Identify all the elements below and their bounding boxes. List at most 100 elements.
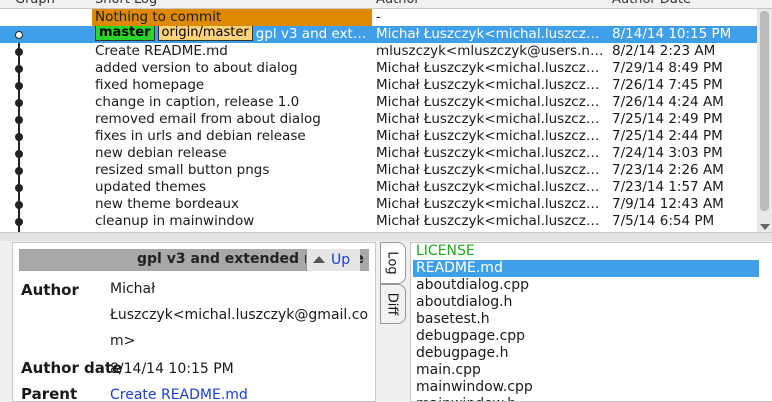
commit-author: Michał Łuszczyk<michal.luszczyk@gmail.co… xyxy=(376,111,604,127)
commit-short-log: resized small button pngs xyxy=(95,162,370,179)
view-tabs: Log Diff xyxy=(378,242,406,400)
commit-row[interactable]: cleanup in mainwindow Michał Łuszczyk<mic… xyxy=(0,213,757,230)
commit-short-log: removed email from about dialog xyxy=(95,111,370,128)
commit-message: resized small button pngs xyxy=(95,162,270,178)
commit-date: 7/9/14 12:43 AM xyxy=(612,196,724,212)
changed-files-list: LICENSE README.md aboutdialog.cpp aboutdial… xyxy=(410,242,772,402)
commit-log-panel: Graph Short Log Author Author Date Nothi… xyxy=(0,0,772,232)
commit-node-icon xyxy=(15,167,23,175)
branch-tag: master xyxy=(95,26,155,41)
column-author-date[interactable]: Author Date xyxy=(612,0,691,8)
file-list-item[interactable]: debugpage.cpp xyxy=(413,328,759,345)
commit-date: 7/25/14 2:44 PM xyxy=(612,128,723,144)
commit-node-icon xyxy=(15,31,23,39)
scrollbar-thumb[interactable] xyxy=(760,11,769,211)
scroll-down-arrow[interactable] xyxy=(760,224,770,230)
commit-date: 7/25/14 2:49 PM xyxy=(612,111,723,127)
file-list-item[interactable]: aboutdialog.h xyxy=(413,294,759,311)
commit-message: new theme bordeaux xyxy=(95,196,239,212)
commit-author: Michał Łuszczyk<michal.luszczyk@gmail.co… xyxy=(376,162,604,178)
up-arrow-icon xyxy=(313,256,325,263)
commit-author: Michał Łuszczyk<michal.luszczyk@gmail.co… xyxy=(376,60,604,76)
column-graph[interactable]: Graph xyxy=(15,0,55,8)
commit-message: added version to about dialog xyxy=(95,60,298,76)
commit-node-icon xyxy=(15,218,23,226)
author-label: Author xyxy=(21,281,79,299)
commit-node-icon xyxy=(15,48,23,56)
commit-node-icon xyxy=(15,99,23,107)
commit-row[interactable]: new theme bordeaux Michał Łuszczyk<michal… xyxy=(0,196,757,213)
commit-date: 7/24/14 3:03 PM xyxy=(612,145,723,161)
commit-date: 8/14/14 10:15 PM xyxy=(612,26,732,42)
commit-message: fixes in urls and debian release xyxy=(95,128,306,144)
commit-author: Michał Łuszczyk<michal.luszczyk@gmail.co… xyxy=(376,196,604,212)
log-scrollbar[interactable] xyxy=(757,9,772,232)
commit-row[interactable]: change in caption, release 1.0 Michał Łus… xyxy=(0,94,757,111)
tab-diff-label: Diff xyxy=(384,292,400,316)
commit-message: gpl v3 and extended readme xyxy=(255,26,370,42)
tab-diff[interactable]: Diff xyxy=(380,284,406,324)
parent-label: Parent xyxy=(21,385,78,402)
commit-author: Michał Łuszczyk<michal.luszczyk@gmail.co… xyxy=(376,179,604,195)
commit-date: 7/26/14 4:24 AM xyxy=(612,94,724,110)
commit-row[interactable]: resized small button pngs Michał Łuszczyk… xyxy=(0,162,757,179)
commit-short-log: Create README.md xyxy=(95,43,370,60)
commit-short-log: updated themes xyxy=(95,179,370,196)
commit-short-log: added version to about dialog xyxy=(95,60,370,77)
commit-row[interactable]: removed email from about dialog Michał Łu… xyxy=(0,111,757,128)
panel-splitter[interactable] xyxy=(0,232,772,241)
file-list-item[interactable]: basetest.h xyxy=(413,311,759,328)
commit-node-icon xyxy=(15,65,23,73)
file-list-item[interactable]: debugpage.h xyxy=(413,345,759,362)
column-author[interactable]: Author xyxy=(376,0,420,8)
commit-row[interactable]: updated themes Michał Łuszczyk<michal.lus… xyxy=(0,179,757,196)
commit-author: Michał Łuszczyk<michal.luszczyk@gmail.co… xyxy=(376,213,604,229)
commit-author: Michał Łuszczyk<michal.luszczyk@gmail.co… xyxy=(376,77,604,93)
commit-message: fixed homepage xyxy=(95,77,205,93)
commit-node-icon xyxy=(15,82,23,90)
file-list-item[interactable]: main.cpp xyxy=(413,362,759,379)
commit-short-log: new debian release xyxy=(95,145,370,162)
commit-message: change in caption, release 1.0 xyxy=(95,94,300,110)
author-line-3: m> xyxy=(110,333,136,349)
commit-short-log: cleanup in mainwindow xyxy=(95,213,370,230)
column-short-log[interactable]: Short Log xyxy=(95,0,157,8)
commit-author: Michał Łuszczyk<michal.luszczyk@gmail.co… xyxy=(376,128,604,144)
commit-short-log: change in caption, release 1.0 xyxy=(95,94,370,111)
commit-row[interactable]: new debian release Michał Łuszczyk<michal… xyxy=(0,145,757,162)
uncommitted-log: Nothing to commit xyxy=(95,9,222,25)
author-date-label: Author date xyxy=(21,359,123,377)
commit-date: 7/26/14 7:45 PM xyxy=(612,77,723,93)
commit-author: Michał Łuszczyk<michal.luszczyk@gmail.co… xyxy=(376,145,604,161)
file-list-item[interactable]: README.md xyxy=(413,260,759,277)
commit-short-log: fixed homepage xyxy=(95,77,370,94)
commit-short-log: fixes in urls and debian release xyxy=(95,128,370,145)
file-list-item[interactable]: LICENSE xyxy=(413,243,759,260)
file-list-item[interactable]: aboutdialog.cpp xyxy=(413,277,759,294)
tab-log[interactable]: Log xyxy=(380,242,406,284)
commit-node-icon xyxy=(15,201,23,209)
commit-author: Michał Łuszczyk<michal.luszczyk@gmail.co… xyxy=(376,94,604,110)
commit-message: cleanup in mainwindow xyxy=(95,213,255,229)
commit-row[interactable]: added version to about dialog Michał Łusz… xyxy=(0,60,757,77)
uncommitted-row[interactable]: Nothing to commit - xyxy=(0,9,757,26)
commit-row[interactable]: Create README.md mluszczyk<mluszczyk@user… xyxy=(0,43,757,60)
commit-row[interactable]: fixes in urls and debian release Michał Ł… xyxy=(0,128,757,145)
commit-message: updated themes xyxy=(95,179,207,195)
up-button-label: Up xyxy=(331,252,351,268)
commit-row[interactable]: fixed homepage Michał Łuszczyk<michal.lus… xyxy=(0,77,757,94)
parent-link[interactable]: Create README.md xyxy=(110,382,248,401)
file-list-item[interactable]: mainwindow.h xyxy=(413,396,759,401)
commit-date: 7/29/14 8:49 PM xyxy=(612,60,723,76)
file-list-item[interactable]: mainwindow.cpp xyxy=(413,379,759,396)
up-button[interactable]: Up xyxy=(306,249,360,271)
commit-node-icon xyxy=(15,150,23,158)
author-line-1: Michał xyxy=(110,281,156,297)
tab-log-label: Log xyxy=(384,251,400,275)
commit-message: Create README.md xyxy=(95,43,228,59)
commit-date: 8/2/14 2:23 AM xyxy=(612,43,716,59)
uncommitted-author: - xyxy=(376,9,381,25)
commit-message: removed email from about dialog xyxy=(95,111,321,127)
commit-short-log: new theme bordeaux xyxy=(95,196,370,213)
commit-row[interactable]: masterorigin/mastergpl v3 and extended r… xyxy=(0,26,757,43)
